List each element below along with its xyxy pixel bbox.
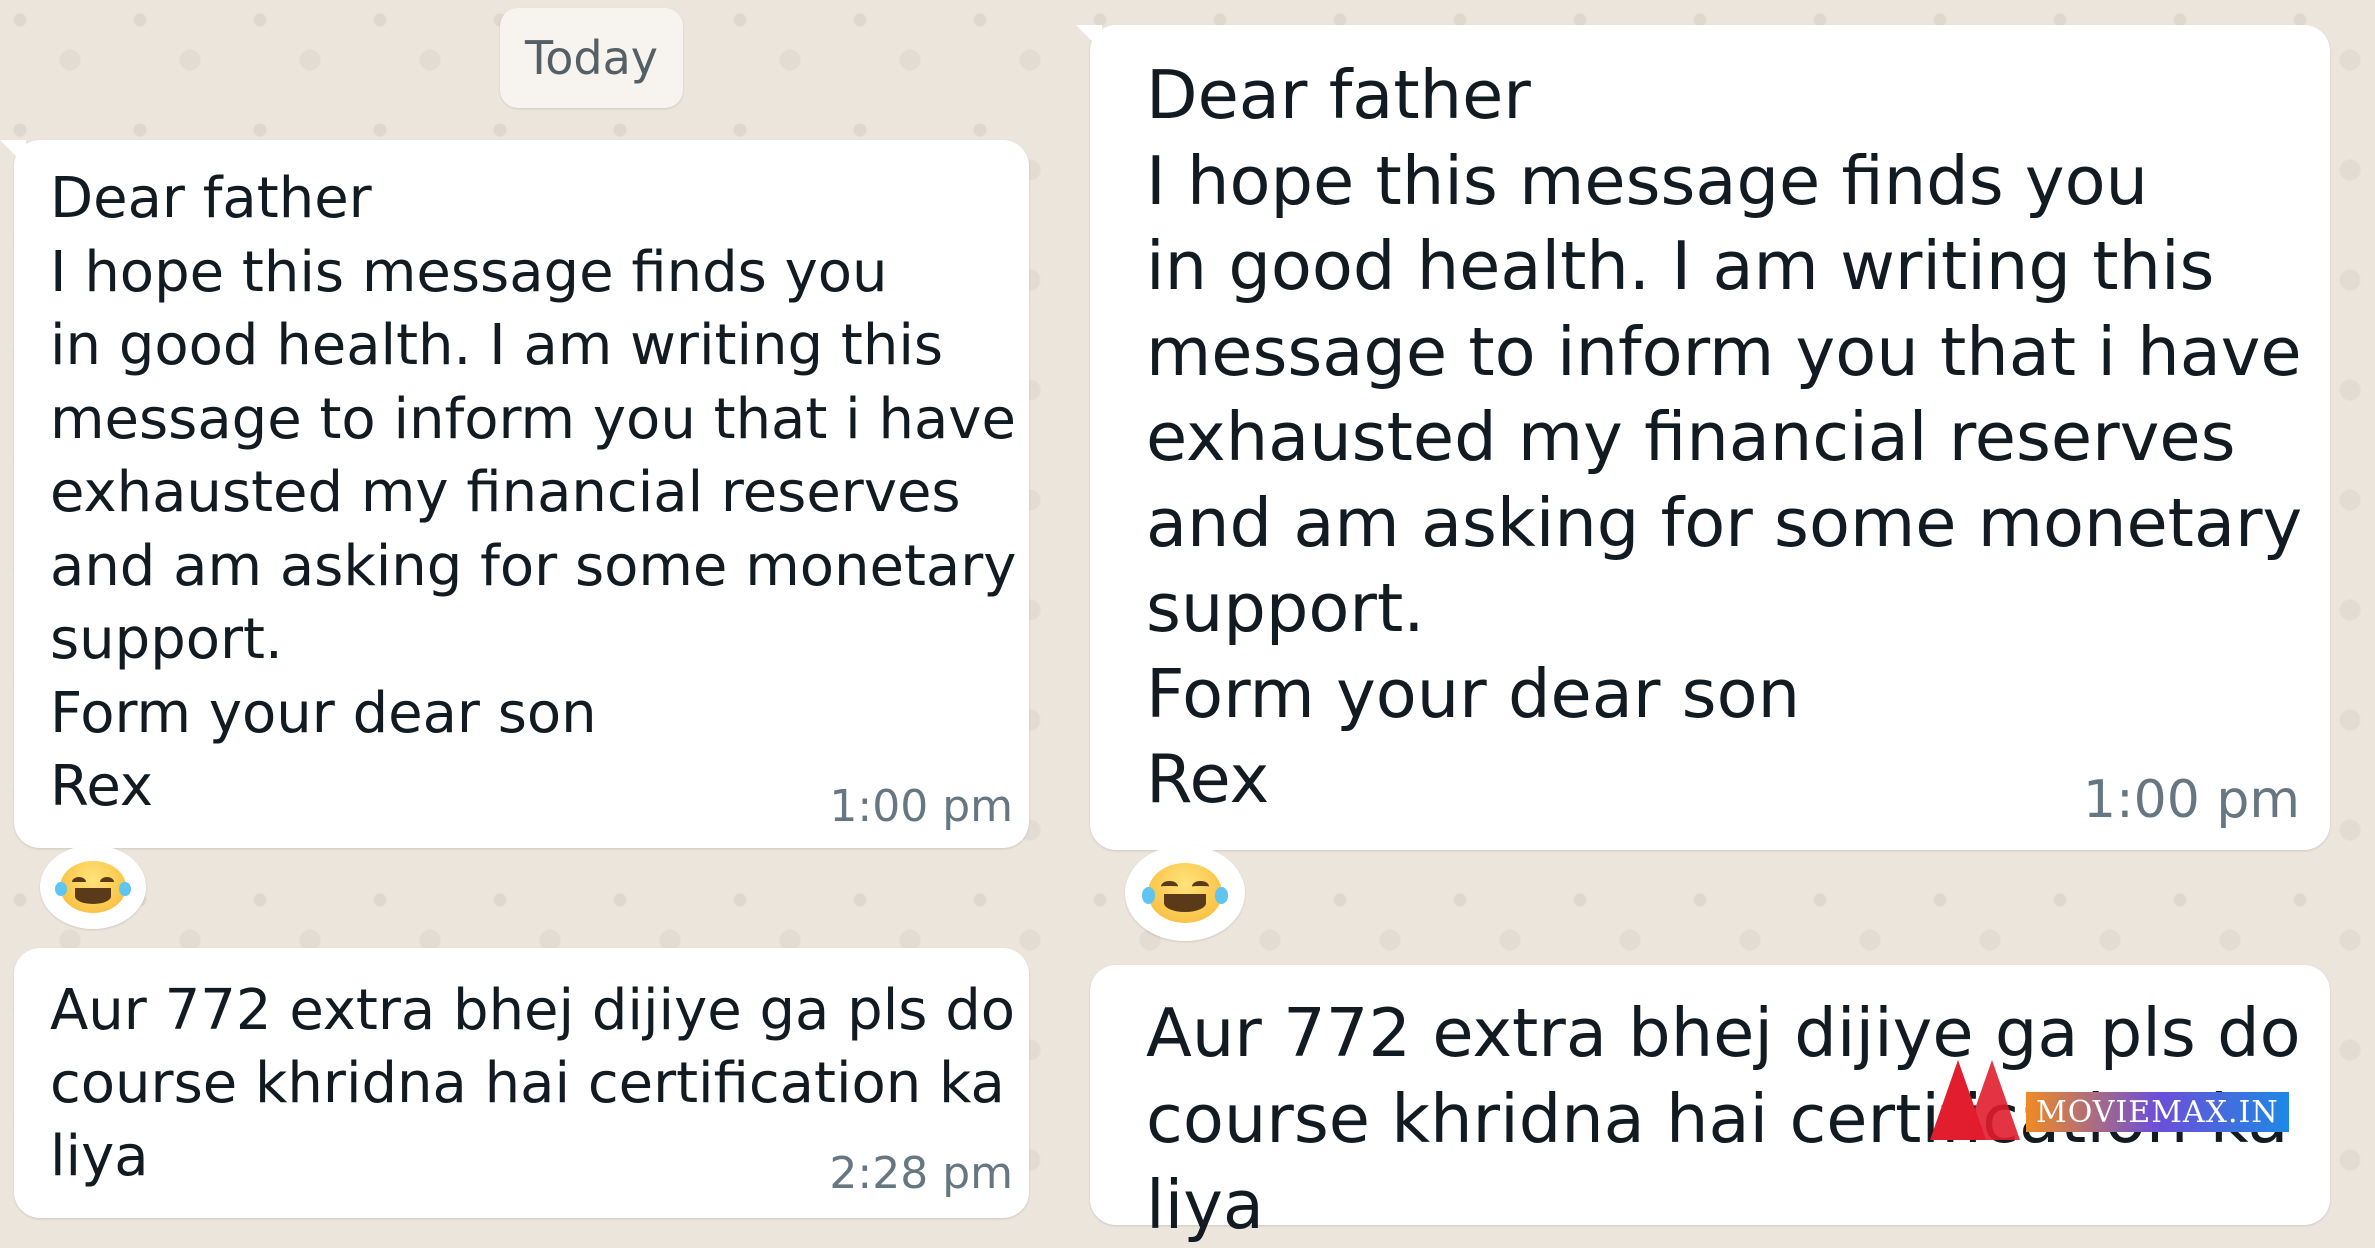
chat-panel-left: Today Dear father I hope this message fi… (0, 0, 1060, 1218)
message-line: Form your dear son (50, 680, 597, 746)
laughing-tears-emoji-icon (1141, 863, 1229, 923)
bubble-tail (1076, 25, 1102, 51)
message-line: I hope this message finds you (1146, 141, 2149, 220)
message-line: liya (1146, 1166, 1264, 1244)
message-timestamp: 1:00 pm (829, 781, 1013, 832)
message-line: exhausted my financial reserves (50, 460, 961, 525)
bubble-tail (0, 140, 26, 166)
message-line: message to inform you that i have (50, 386, 1016, 452)
message-line: in good health. I am writing this (50, 313, 944, 378)
date-chip: Today (500, 8, 683, 108)
message-bubble[interactable]: Dear father I hope this message finds yo… (1076, 25, 2330, 850)
message-line: Form your dear son (1146, 654, 1801, 733)
message-line: Aur 772 extra bhej dijiye ga pls do (50, 978, 1016, 1043)
chat-panel-right: Dear father I hope this message finds yo… (1075, 0, 2375, 1244)
message-line: in good health. I am writing this (1146, 227, 2215, 305)
message-line: exhausted my financial reserves (1146, 398, 2236, 476)
message-bubble[interactable]: Aur 772 extra bhej dijiye ga pls do cour… (14, 948, 1029, 1218)
message-timestamp: 2:28 pm (829, 1148, 1013, 1199)
reaction-badge[interactable] (1125, 845, 1245, 941)
message-line: message to inform you that i have (1146, 312, 2302, 391)
reaction-badge[interactable] (40, 845, 146, 929)
message-line: and am asking for some monetary (50, 533, 1017, 599)
message-bubble[interactable]: Dear father I hope this message finds yo… (0, 140, 1029, 848)
watermark-m-icon (1930, 1060, 2020, 1140)
watermark-text: MOVIEMAX.IN (2026, 1092, 2289, 1132)
message-text: Dear father I hope this message finds yo… (50, 162, 1017, 824)
message-timestamp: 1:00 pm (2083, 770, 2300, 830)
laughing-tears-emoji-icon (54, 860, 132, 914)
message-line: I hope this message finds you (50, 239, 888, 305)
watermark-logo: MOVIEMAX.IN (1930, 1060, 2330, 1140)
message-line: support. (50, 607, 283, 672)
message-line: support. (1146, 569, 1425, 647)
message-line: Dear father (50, 166, 372, 231)
message-text: Dear father I hope this message finds yo… (1146, 53, 2303, 823)
message-line: and am asking for some monetary (1146, 483, 2303, 562)
message-line: Dear father (1146, 56, 1531, 134)
message-line: course khridna hai certification ka (50, 1051, 1005, 1116)
